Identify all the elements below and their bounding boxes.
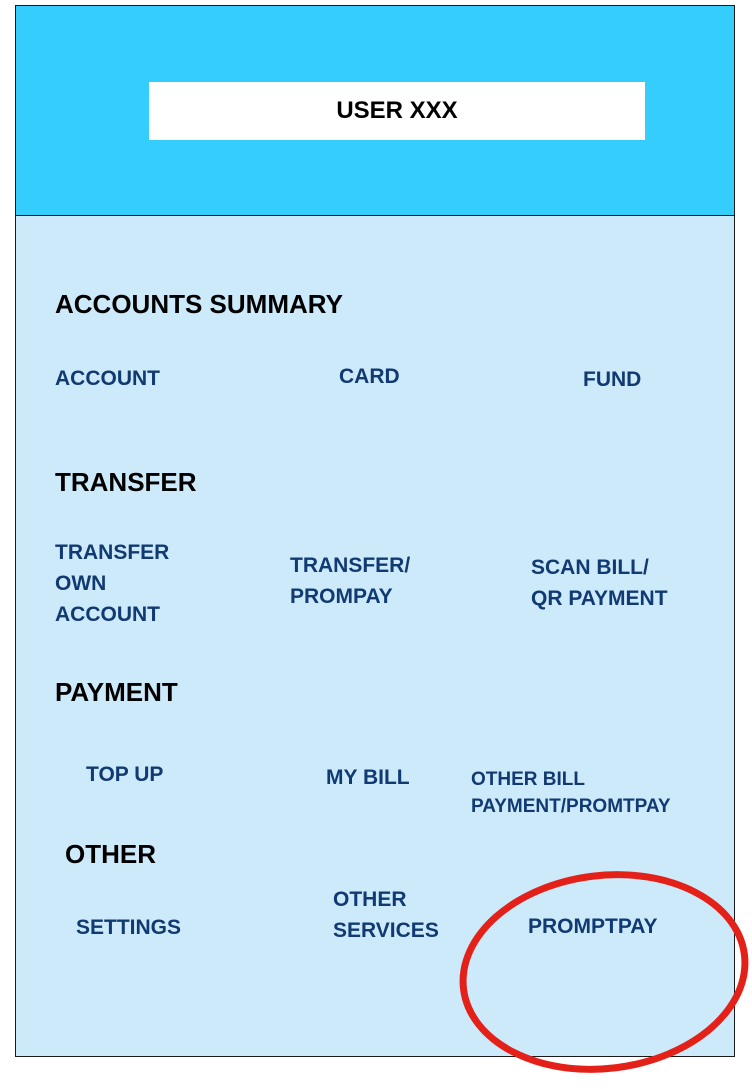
section-title-payment: PAYMENT	[55, 677, 178, 707]
menu-item-top-up[interactable]: TOP UP	[86, 759, 163, 790]
menu-item-label-line: TRANSFER	[55, 541, 170, 564]
menu-item-label-line: QR PAYMENT	[531, 587, 668, 610]
header: USER XXX	[16, 6, 734, 216]
menu-item-label-line: PROMPAY	[290, 585, 393, 608]
menu-item-label-line: OTHER BILL	[471, 769, 585, 790]
menu-item-label-line: OWN	[55, 572, 107, 595]
menu-item-card[interactable]: CARD	[339, 361, 400, 392]
user-name-box: USER XXX	[149, 82, 645, 140]
menu-item-transfer-own-account[interactable]: TRANSFER OWN ACCOUNT	[55, 537, 169, 630]
section-title-other: OTHER	[65, 839, 156, 869]
menu-item-scan-bill-qr-payment[interactable]: SCAN BILL/ QR PAYMENT	[531, 552, 668, 614]
menu-item-label-line: PAYMENT/PROMTPAY	[471, 796, 671, 817]
menu-item-label-line: OTHER	[333, 888, 407, 911]
menu-item-fund[interactable]: FUND	[583, 364, 641, 395]
menu-item-label-line: TRANSFER/	[290, 554, 411, 577]
menu-item-label-line: ACCOUNT	[55, 603, 160, 626]
menu-item-other-services[interactable]: OTHER SERVICES	[333, 884, 439, 946]
menu-item-other-bill-payment[interactable]: OTHER BILL PAYMENT/PROMTPAY	[471, 766, 671, 820]
menu-item-label-line: SERVICES	[333, 919, 439, 942]
menu-item-my-bill[interactable]: MY BILL	[326, 762, 410, 793]
menu-item-transfer-prompay[interactable]: TRANSFER/ PROMPAY	[290, 550, 410, 612]
user-label: USER XXX	[336, 97, 458, 124]
section-title-transfer: TRANSFER	[55, 467, 197, 497]
menu-item-settings[interactable]: SETTINGS	[76, 912, 181, 943]
menu-item-label-line: SCAN BILL/	[531, 556, 649, 579]
section-title-accounts-summary: ACCOUNTS SUMMARY	[55, 289, 343, 319]
menu-item-account[interactable]: ACCOUNT	[55, 363, 160, 394]
